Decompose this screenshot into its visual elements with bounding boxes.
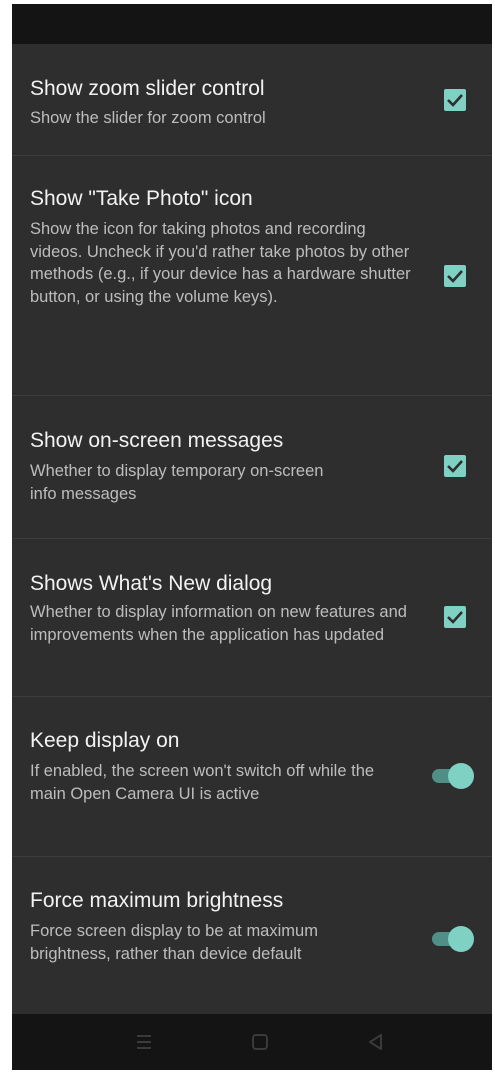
pref-summary: Whether to display information on new fe… — [30, 603, 407, 644]
check-icon — [447, 611, 463, 624]
preference-list: Show zoom slider control Show the slider… — [12, 44, 492, 1022]
pref-title: Force maximum brightness — [30, 889, 284, 912]
check-icon — [447, 460, 463, 473]
pref-show-take-photo-icon[interactable]: Show "Take Photo" icon Show the icon for… — [12, 156, 492, 396]
settings-screen: Show zoom slider control Show the slider… — [12, 4, 492, 1070]
force-maximum-brightness-toggle[interactable] — [428, 924, 474, 954]
pref-summary: Show the icon for taking photos and reco… — [30, 220, 411, 306]
toggle-thumb — [448, 926, 474, 952]
pref-force-maximum-brightness[interactable]: Force maximum brightness Force screen di… — [12, 857, 492, 1022]
back-icon[interactable] — [364, 1030, 388, 1054]
keep-display-on-toggle[interactable] — [428, 761, 474, 791]
home-icon[interactable] — [248, 1030, 272, 1054]
pref-summary: Whether to display temporary on-screen i… — [30, 462, 324, 503]
show-take-photo-icon-checkbox[interactable] — [444, 265, 466, 287]
check-icon — [447, 94, 463, 107]
check-icon — [447, 270, 463, 283]
pref-keep-display-on[interactable]: Keep display on If enabled, the screen w… — [12, 697, 492, 857]
toggle-thumb — [448, 763, 474, 789]
pref-summary: Show the slider for zoom control — [30, 109, 266, 127]
navigation-bar — [12, 1014, 492, 1070]
pref-title: Show on-screen messages — [30, 429, 284, 452]
pref-shows-whats-new-dialog[interactable]: Shows What's New dialog Whether to displ… — [12, 539, 492, 697]
pref-show-on-screen-messages[interactable]: Show on-screen messages Whether to displ… — [12, 396, 492, 539]
pref-summary: If enabled, the screen won't switch off … — [30, 762, 375, 803]
pref-title: Shows What's New dialog — [30, 572, 273, 595]
show-on-screen-messages-checkbox[interactable] — [444, 455, 466, 477]
pref-title: Keep display on — [30, 729, 180, 752]
status-bar — [12, 4, 492, 44]
show-zoom-slider-checkbox[interactable] — [444, 89, 466, 111]
menu-icon[interactable] — [132, 1030, 156, 1054]
pref-summary: Force screen display to be at maximum br… — [30, 922, 318, 963]
pref-title: Show zoom slider control — [30, 77, 265, 100]
pref-title: Show "Take Photo" icon — [30, 187, 253, 210]
pref-show-zoom-slider[interactable]: Show zoom slider control Show the slider… — [12, 44, 492, 156]
shows-whats-new-dialog-checkbox[interactable] — [444, 606, 466, 628]
